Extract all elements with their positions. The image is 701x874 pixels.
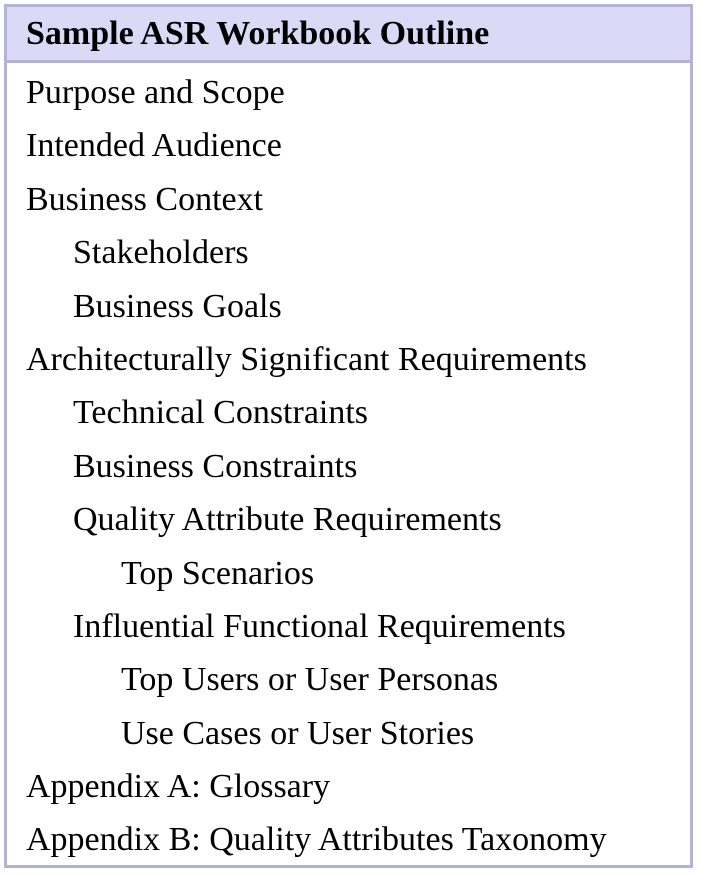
outline-item-purpose-and-scope: Purpose and Scope <box>26 74 285 111</box>
outline-title: Sample ASR Workbook Outline <box>26 14 490 52</box>
outline-item-use-cases: Use Cases or User Stories <box>121 714 475 752</box>
outline-item-business-context: Business Context <box>26 180 264 218</box>
outline-item-appendix-b: Appendix B: Quality Attributes Taxonomy <box>26 821 607 859</box>
outline-list: Purpose and Scope Intended Audience Busi… <box>7 63 690 867</box>
outline-item-quality-attribute-requirements: Quality Attribute Requirements <box>73 501 502 539</box>
outline-item-intended-audience: Intended Audience <box>26 127 282 165</box>
outline-item-top-users: Top Users or User Personas <box>121 661 499 699</box>
outline-item-stakeholders: Stakeholders <box>73 234 249 272</box>
outline-item-business-goals: Business Goals <box>73 287 282 325</box>
outline-item-asr: Architecturally Significant Requirements <box>26 340 587 378</box>
outline-item-top-scenarios: Top Scenarios <box>121 554 315 592</box>
outline-item-appendix-a: Appendix A: Glossary <box>26 768 331 806</box>
outline-item-business-constraints: Business Constraints <box>73 447 358 485</box>
workbook-outline-table: Sample ASR Workbook Outline Purpose and … <box>4 4 693 868</box>
outline-header: Sample ASR Workbook Outline <box>7 7 690 63</box>
outline-item-technical-constraints: Technical Constraints <box>73 394 369 432</box>
outline-item-influential-functional-requirements: Influential Functional Requirements <box>73 607 566 645</box>
